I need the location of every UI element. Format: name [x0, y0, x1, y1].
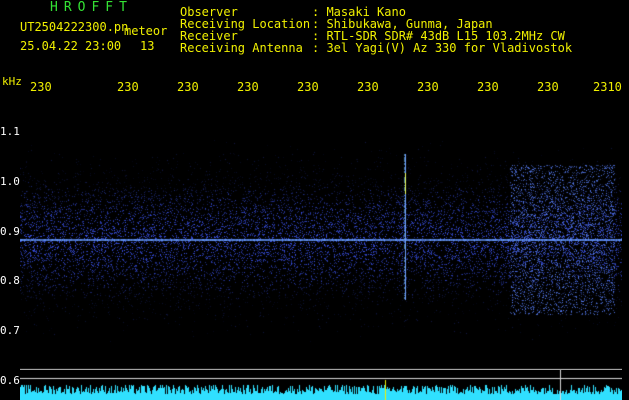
x-tick-label: 230 [537, 80, 559, 94]
spectrogram-canvas [20, 94, 622, 372]
date-time: 25.04.22 23:00 [20, 39, 122, 53]
x-tick-label: 2310 [593, 80, 622, 94]
x-tick-label: 230 [117, 80, 139, 94]
info-label-antenna: Receiving Antenna [180, 41, 303, 55]
x-tick-label: 230 [417, 80, 439, 94]
y-tick-label: 1.0 [0, 175, 20, 188]
file-name: UT2504222300.pn [20, 20, 129, 34]
x-tick-label: 230 [237, 80, 259, 94]
x-tick-label: 230 [177, 80, 199, 94]
x-tick-label: 230 [30, 80, 52, 94]
brand-title: HROFFT [50, 0, 133, 15]
x-tick-label: 230 [297, 80, 319, 94]
x-tick-label: 230 [357, 80, 379, 94]
y-tick-label: 1.1 [0, 125, 20, 138]
meteor-count: 13 [140, 39, 155, 53]
y-tick-label: 0.9 [0, 225, 20, 238]
info-value-antenna: : 3el Yagi(V) Az 330 for Vladivostok [312, 41, 573, 55]
y-tick-label: 0.6 [0, 374, 20, 387]
meteor-label: meteor [124, 24, 168, 38]
y-tick-label: 0.7 [0, 324, 20, 337]
noise-level-strip [20, 370, 622, 400]
y-tick-label: 0.8 [0, 274, 20, 287]
x-tick-label: 230 [477, 80, 499, 94]
y-unit-label: kHz [2, 75, 22, 88]
